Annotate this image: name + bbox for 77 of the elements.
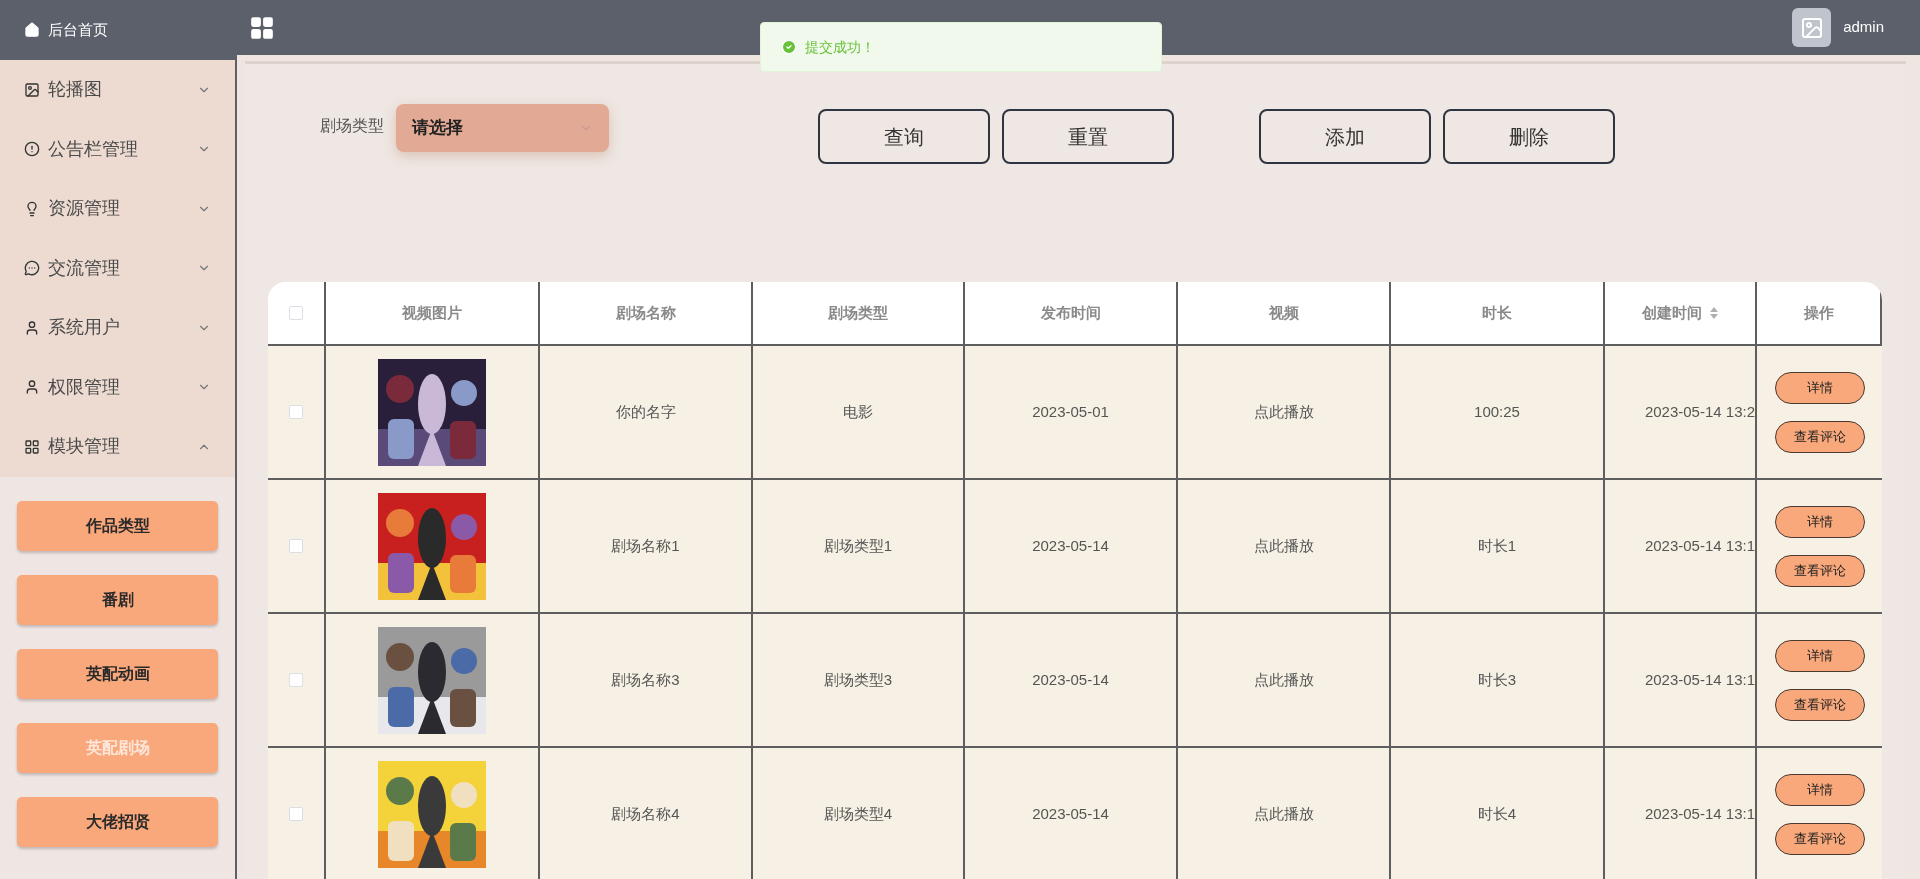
checkbox[interactable] (289, 807, 303, 821)
image-icon (24, 81, 40, 98)
play-link[interactable]: 点此播放 (1253, 400, 1314, 424)
table-cell-text: 2023-05-14 (1032, 803, 1109, 824)
table-cell-text: 时长3 (1477, 669, 1517, 690)
avatar[interactable] (1792, 8, 1832, 47)
column-header: 发布时间 (1040, 302, 1101, 323)
table-cell-text: 2023-05-01 (1032, 401, 1109, 422)
comments-button[interactable]: 查看评论 (1774, 554, 1865, 587)
checkbox[interactable] (289, 405, 303, 419)
comments-button[interactable]: 查看评论 (1774, 420, 1865, 453)
table-cell-text: 电影 (843, 401, 873, 422)
checkbox[interactable] (289, 306, 303, 320)
home-link[interactable]: 后台首页 (0, 0, 235, 60)
action-button[interactable]: 重置 (1002, 109, 1174, 164)
table-cell-text: 剧场类型3 (823, 669, 893, 690)
submenu-item[interactable]: 英配动画 (17, 648, 218, 699)
table-cell-text: 你的名字 (615, 401, 676, 422)
checkbox[interactable] (289, 539, 303, 553)
sort-icon[interactable] (1710, 307, 1718, 319)
success-toast: 提交成功！ (760, 22, 1162, 72)
grid-icon[interactable] (249, 14, 275, 41)
grid-icon (24, 438, 40, 455)
user-icon (24, 319, 40, 336)
play-link[interactable]: 点此播放 (1253, 668, 1314, 692)
action-button[interactable]: 查询 (818, 109, 990, 164)
filter-label: 剧场类型 (320, 116, 384, 136)
detail-button[interactable]: 详情 (1774, 639, 1865, 672)
checkbox[interactable] (289, 673, 303, 687)
table-cell-text: 2023-05-14 (1032, 669, 1109, 690)
column-header: 时长 (1482, 302, 1512, 323)
type-select[interactable]: 请选择 (396, 104, 609, 152)
detail-button[interactable]: 详情 (1774, 371, 1865, 404)
column-header: 视频 (1268, 302, 1299, 323)
table-cell-text: 2023-05-14 (1032, 535, 1109, 556)
user-icon (24, 379, 40, 396)
user-name[interactable]: admin (1843, 16, 1884, 39)
menu-item[interactable]: 交流管理 (0, 238, 235, 298)
table-cell-text: 时长1 (1477, 535, 1517, 556)
column-header: 剧场类型 (828, 302, 888, 323)
detail-button[interactable]: 详情 (1774, 505, 1865, 538)
column-header: 操作 (1803, 302, 1834, 323)
table-cell-text: 剧场类型4 (823, 803, 893, 824)
column-header[interactable]: 创建时间 (1642, 301, 1718, 325)
submenu-item[interactable]: 大佬招贤 (17, 796, 218, 847)
menu-item[interactable]: 权限管理 (0, 357, 235, 417)
detail-button[interactable]: 详情 (1774, 773, 1865, 806)
menu-item[interactable]: 系统用户 (0, 298, 235, 358)
comments-button[interactable]: 查看评论 (1774, 822, 1865, 855)
play-link[interactable]: 点此播放 (1253, 802, 1314, 826)
column-header: 剧场名称 (615, 302, 676, 323)
chat-icon (24, 260, 40, 277)
table-cell-text: 2023-05-14 13:1 (1644, 669, 1755, 690)
column-header: 视频图片 (402, 302, 462, 323)
success-icon (781, 39, 797, 55)
bulb-icon (24, 200, 40, 217)
table-cell-text: 2023-05-14 13:2 (1644, 401, 1755, 422)
table-cell-text: 时长4 (1477, 803, 1517, 824)
menu-item[interactable]: 资源管理 (0, 179, 235, 239)
menu-item[interactable]: 轮播图 (0, 60, 235, 120)
table-cell-text: 100:25 (1474, 401, 1520, 422)
submenu-item[interactable]: 番剧 (17, 574, 218, 625)
image-icon (1799, 15, 1824, 40)
alert-icon (24, 141, 40, 158)
comments-button[interactable]: 查看评论 (1774, 688, 1865, 721)
action-button[interactable]: 删除 (1443, 109, 1615, 164)
menu-item[interactable]: 公告栏管理 (0, 119, 235, 179)
table-cell-text: 剧场名称4 (611, 803, 680, 824)
home-icon (24, 22, 40, 38)
table-cell-text: 剧场名称1 (611, 535, 680, 556)
table-cell-text: 剧场类型1 (823, 535, 893, 556)
table-cell-text: 2023-05-14 13:1 (1644, 535, 1755, 556)
table-cell-text: 2023-05-14 13:1 (1644, 803, 1755, 824)
action-button[interactable]: 添加 (1259, 109, 1431, 164)
submenu-item[interactable]: 作品类型 (17, 500, 218, 551)
play-link[interactable]: 点此播放 (1253, 534, 1314, 558)
table-cell-text: 剧场名称3 (611, 669, 680, 690)
